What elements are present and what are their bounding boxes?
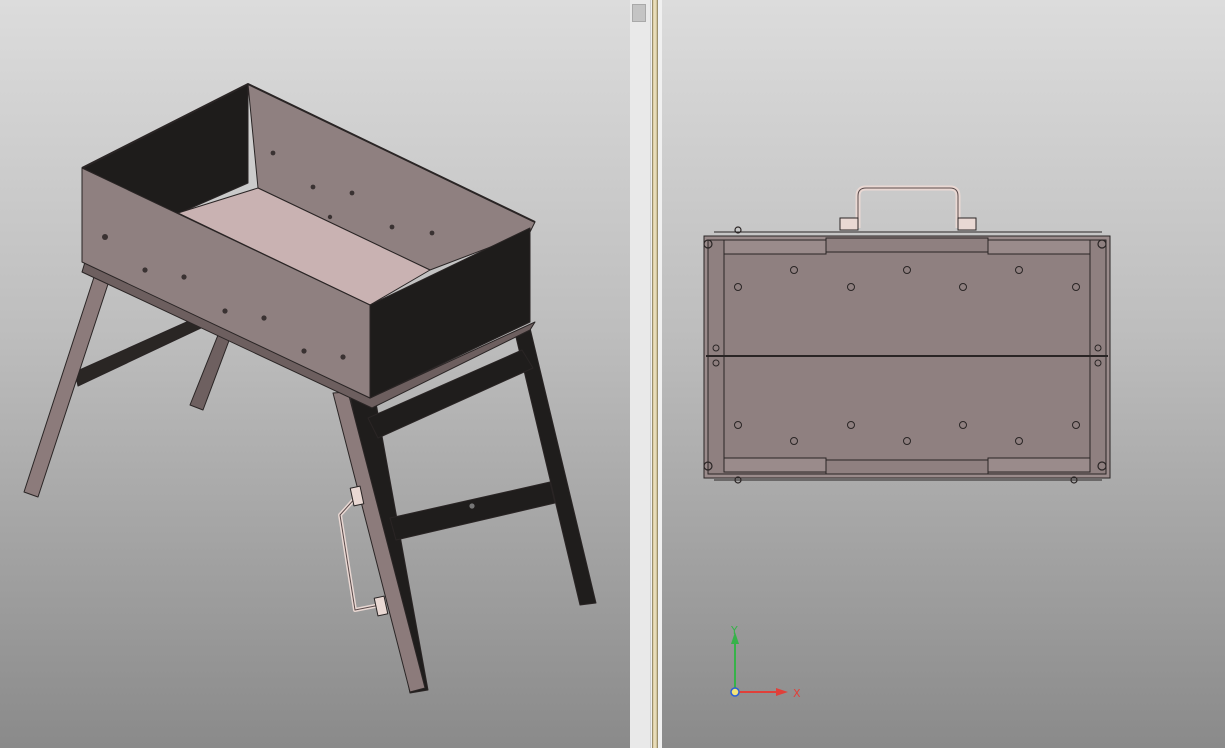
top-viewport[interactable]: Y X (662, 0, 1225, 748)
splitter-bar[interactable] (652, 0, 658, 748)
top-view-model[interactable]: Y X (662, 0, 1225, 748)
triad-origin (730, 687, 740, 697)
triad-x-arrow (776, 688, 788, 696)
leg-frame-right (349, 394, 429, 694)
leg-front-left (23, 273, 111, 498)
isometric-model[interactable] (0, 0, 630, 748)
leg-frame-rung-bottom (389, 481, 556, 541)
viewport-splitter[interactable] (630, 0, 662, 748)
scrollbar-track[interactable] (630, 0, 651, 748)
top-handle (855, 185, 961, 228)
coordinate-triad: Y X (730, 624, 801, 700)
scrollbar-thumb[interactable] (632, 4, 646, 22)
triad-x-label: X (793, 687, 801, 700)
leg-back-left (189, 334, 231, 411)
triad-y-label: Y (730, 624, 738, 637)
isometric-viewport[interactable] (0, 0, 630, 748)
